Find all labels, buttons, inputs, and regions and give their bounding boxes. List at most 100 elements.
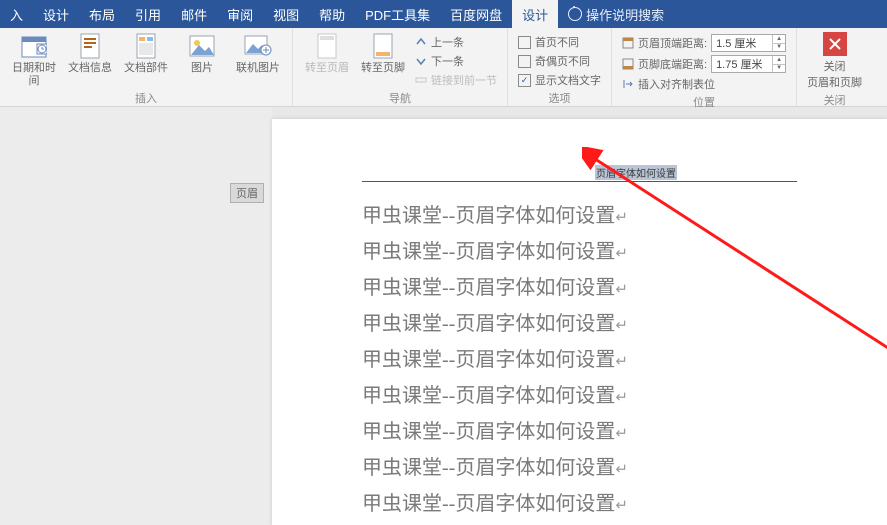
group-position-label: 位置 (693, 94, 715, 110)
footer-bottom-spinner[interactable]: ▲▼ (711, 55, 786, 73)
prev-icon (415, 36, 427, 48)
header-tag: 页眉 (230, 183, 264, 203)
checkbox-checked-icon: ✓ (518, 74, 531, 87)
paragraph[interactable]: 甲虫课堂--页眉字体如何设置↵ (362, 343, 827, 379)
next-icon (415, 55, 427, 67)
link-previous-label: 链接到前一节 (431, 72, 497, 88)
group-navigation-label: 导航 (389, 90, 411, 106)
different-first-page-checkbox[interactable]: 首页不同 (518, 34, 601, 50)
prev-label: 上一条 (431, 34, 464, 50)
tell-me-search[interactable]: 操作说明搜索 (558, 0, 674, 28)
paragraph[interactable]: 甲虫课堂--页眉字体如何设置↵ (362, 271, 827, 307)
link-previous-button[interactable]: 链接到前一节 (415, 72, 497, 88)
tab-references[interactable]: 引用 (125, 0, 171, 28)
datetime-button[interactable]: 日期和时间 (10, 32, 58, 88)
document-area: 页眉字体如何设置 页眉 甲虫课堂--页眉字体如何设置↵甲虫课堂--页眉字体如何设… (0, 107, 887, 525)
docinfo-button[interactable]: 文档信息 (66, 32, 114, 75)
checkbox-icon (518, 36, 531, 49)
header-selected-text[interactable]: 页眉字体如何设置 (595, 165, 677, 180)
goto-header-label: 转至页眉 (305, 62, 349, 75)
tab-insert-partial[interactable]: 入 (0, 0, 33, 28)
quickparts-label: 文档部件 (124, 62, 168, 75)
paragraph[interactable]: 甲虫课堂--页眉字体如何设置↵ (362, 235, 827, 271)
close-icon (823, 32, 847, 56)
paragraph[interactable]: 甲虫课堂--页眉字体如何设置↵ (362, 415, 827, 451)
document-body[interactable]: 甲虫课堂--页眉字体如何设置↵甲虫课堂--页眉字体如何设置↵甲虫课堂--页眉字体… (362, 199, 827, 525)
picture-icon (187, 32, 217, 60)
paragraph[interactable]: 甲虫课堂--页眉字体如何设置↵ (362, 487, 827, 523)
group-close-label: 关闭 (824, 92, 846, 108)
next-section-button[interactable]: 下一条 (415, 53, 497, 69)
tab-strip: 入 设计 布局 引用 邮件 审阅 视图 帮助 PDF工具集 百度网盘 设计 操作… (0, 0, 887, 28)
footer-bottom-icon (622, 58, 634, 70)
lightbulb-icon (568, 7, 582, 21)
left-gutter (0, 107, 272, 525)
footer-bottom-input[interactable] (712, 56, 772, 72)
header-top-row: 页眉顶端距离: ▲▼ (622, 34, 786, 52)
picture-label: 图片 (191, 62, 213, 75)
tab-design1[interactable]: 设计 (33, 0, 79, 28)
header-top-label: 页眉顶端距离: (638, 35, 707, 51)
header-zone[interactable]: 页眉字体如何设置 (362, 159, 797, 182)
group-insert-label: 插入 (135, 90, 157, 106)
page[interactable]: 页眉字体如何设置 页眉 甲虫课堂--页眉字体如何设置↵甲虫课堂--页眉字体如何设… (272, 119, 887, 525)
insert-alignment-tab-label: 插入对齐制表位 (638, 76, 715, 92)
tab-review[interactable]: 审阅 (217, 0, 263, 28)
group-close: 关闭 页眉和页脚 关闭 (797, 28, 872, 106)
show-document-text-checkbox[interactable]: ✓ 显示文档文字 (518, 72, 601, 88)
ribbon: 日期和时间 文档信息 文档部件 图片 (0, 28, 887, 107)
different-odd-even-label: 奇偶页不同 (535, 53, 590, 69)
paragraph[interactable]: 甲虫课堂--页眉字体如何设置↵ (362, 199, 827, 235)
goto-footer-button[interactable]: 转至页脚 (359, 32, 407, 75)
paragraph[interactable]: 甲虫课堂--页眉字体如何设置↵ (362, 451, 827, 487)
online-picture-button[interactable]: 联机图片 (234, 32, 282, 75)
paragraph[interactable]: 甲虫课堂--页眉字体如何设置↵ (362, 379, 827, 415)
tab-view[interactable]: 视图 (263, 0, 309, 28)
footer-bottom-label: 页脚底端距离: (638, 56, 707, 72)
header-top-icon (622, 37, 634, 49)
tab-help[interactable]: 帮助 (309, 0, 355, 28)
header-top-spinner[interactable]: ▲▼ (711, 34, 786, 52)
header-top-input[interactable] (712, 35, 772, 51)
tab-pdf-tools[interactable]: PDF工具集 (355, 0, 440, 28)
different-odd-even-checkbox[interactable]: 奇偶页不同 (518, 53, 601, 69)
group-position: 页眉顶端距离: ▲▼ 页脚底端距离: ▲▼ 插入对齐制表 (612, 28, 797, 106)
close-label2: 页眉和页脚 (807, 74, 862, 90)
tab-layout[interactable]: 布局 (79, 0, 125, 28)
prev-section-button[interactable]: 上一条 (415, 34, 497, 50)
tab-baidu-netdisk[interactable]: 百度网盘 (440, 0, 512, 28)
spinner-buttons[interactable]: ▲▼ (772, 35, 785, 51)
goto-header-button[interactable]: 转至页眉 (303, 32, 351, 75)
tab-headerfooter-design[interactable]: 设计 (512, 0, 558, 28)
different-first-page-label: 首页不同 (535, 34, 579, 50)
insert-alignment-tab-button[interactable]: 插入对齐制表位 (622, 76, 786, 92)
calendar-icon (19, 32, 49, 60)
group-options: 首页不同 奇偶页不同 ✓ 显示文档文字 选项 (508, 28, 612, 106)
link-icon (415, 74, 427, 86)
goto-footer-label: 转至页脚 (361, 62, 405, 75)
align-tab-icon (622, 78, 634, 90)
datetime-label: 日期和时间 (10, 62, 58, 88)
quickparts-button[interactable]: 文档部件 (122, 32, 170, 75)
show-document-text-label: 显示文档文字 (535, 72, 601, 88)
goto-footer-icon (368, 32, 398, 60)
docinfo-label: 文档信息 (68, 62, 112, 75)
group-insert: 日期和时间 文档信息 文档部件 图片 (0, 28, 293, 106)
goto-header-icon (312, 32, 342, 60)
close-label1: 关闭 (824, 58, 846, 74)
footer-bottom-row: 页脚底端距离: ▲▼ (622, 55, 786, 73)
tab-mailings[interactable]: 邮件 (171, 0, 217, 28)
picture-button[interactable]: 图片 (178, 32, 226, 75)
close-header-footer-button[interactable]: 关闭 页眉和页脚 (807, 32, 862, 90)
spinner-buttons[interactable]: ▲▼ (772, 56, 785, 72)
checkbox-icon (518, 55, 531, 68)
online-picture-label: 联机图片 (236, 62, 280, 75)
tell-me-label: 操作说明搜索 (586, 5, 664, 24)
paragraph[interactable]: 甲虫课堂--页眉字体如何设置↵ (362, 307, 827, 343)
quickparts-icon (131, 32, 161, 60)
group-options-label: 选项 (549, 90, 571, 106)
group-navigation: 转至页眉 转至页脚 上一条 下一条 链接到前一节 (293, 28, 508, 106)
docinfo-icon (75, 32, 105, 60)
next-label: 下一条 (431, 53, 464, 69)
online-picture-icon (243, 32, 273, 60)
